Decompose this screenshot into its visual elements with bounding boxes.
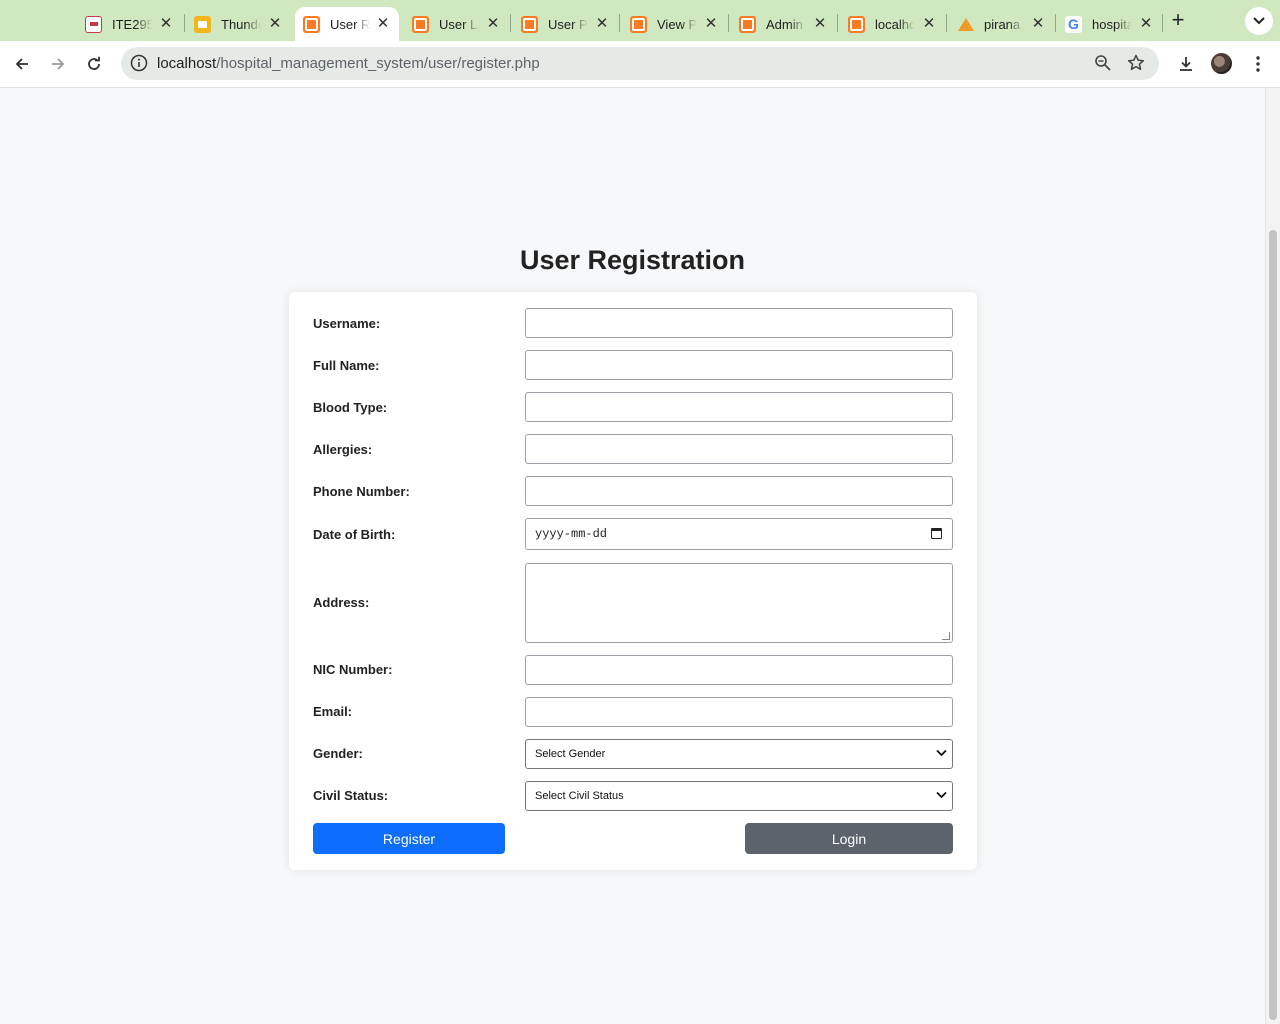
browser-tab[interactable]: View P ✕ (622, 7, 727, 41)
tab-title: hospita (1092, 16, 1132, 32)
tab-title: ITE295 (112, 16, 152, 32)
email-label: Email: (313, 704, 353, 719)
scrollbar-thumb[interactable] (1269, 230, 1277, 1020)
profile-avatar[interactable] (1211, 53, 1232, 74)
browser-tab[interactable]: G hospita ✕ (1057, 7, 1162, 41)
tab-title: User R (330, 16, 370, 32)
thunder-icon (194, 15, 211, 33)
tab-title: localho (875, 16, 915, 32)
login-button[interactable]: Login (745, 823, 953, 854)
phpmyadmin-icon (957, 16, 974, 33)
bloodtype-input[interactable] (525, 392, 953, 422)
civil-status-selected-value: Select Civil Status (535, 790, 624, 802)
browser-tab[interactable]: User L ✕ (404, 7, 509, 41)
close-tab-icon[interactable]: ✕ (158, 16, 174, 32)
tab-title: User P (548, 16, 588, 32)
gender-select[interactable]: Select Gender (525, 739, 953, 769)
xampp-icon (630, 15, 647, 33)
close-tab-icon[interactable]: ✕ (1030, 16, 1046, 32)
username-label: Username: (313, 316, 381, 331)
fullname-input[interactable] (525, 350, 953, 380)
url-path: /hospital_management_system/user/registe… (216, 55, 540, 72)
zoom-magnifier-icon[interactable] (1093, 53, 1113, 73)
close-tab-icon[interactable]: ✕ (375, 16, 391, 32)
close-tab-icon[interactable]: ✕ (921, 16, 937, 32)
civil-status-select[interactable]: Select Civil Status (525, 781, 953, 811)
google-icon: G (1065, 15, 1082, 33)
back-arrow-icon[interactable] (9, 51, 35, 77)
browser-tab[interactable]: Admin ✕ (731, 7, 836, 41)
tab-title: View P (657, 16, 697, 32)
browser-tab[interactable]: Thunder ✕ (186, 7, 291, 41)
browser-tab[interactable]: localho ✕ (840, 7, 945, 41)
email-input[interactable] (525, 697, 953, 727)
fullname-label: Full Name: (313, 358, 380, 373)
dob-label: Date of Birth: (313, 527, 396, 542)
more-menu-icon[interactable] (1245, 51, 1271, 77)
browser-tab-active[interactable]: User R ✕ (295, 7, 399, 41)
phone-label: Phone Number: (313, 484, 410, 499)
ite-logo-icon (85, 15, 102, 33)
xampp-icon (739, 15, 756, 33)
bookmark-star-icon[interactable] (1126, 53, 1146, 73)
download-icon[interactable] (1173, 51, 1199, 77)
xampp-icon (412, 15, 429, 33)
page-title: User Registration (519, 245, 746, 275)
browser-tab[interactable]: pirana ✕ (949, 7, 1054, 41)
gender-selected-value: Select Gender (535, 748, 606, 760)
close-tab-icon[interactable]: ✕ (703, 16, 719, 32)
address-label: Address: (313, 595, 370, 610)
phone-input[interactable] (525, 476, 953, 506)
url-text[interactable]: localhost/hospital_management_system/use… (157, 55, 540, 72)
browser-tab[interactable]: ITE295 ✕ (77, 7, 182, 41)
address-textarea[interactable] (525, 563, 953, 643)
browser-tab-strip: ITE295 ✕ Thunder ✕ User R ✕ User L ✕ Use… (0, 0, 1280, 41)
tab-title: Thunder (221, 16, 261, 32)
xampp-icon (848, 15, 865, 33)
close-tab-icon[interactable]: ✕ (485, 16, 501, 32)
gender-label: Gender: (313, 746, 363, 761)
allergies-label: Allergies: (313, 442, 373, 457)
username-input[interactable] (525, 308, 953, 338)
xampp-icon (303, 15, 320, 33)
bloodtype-label: Blood Type: (313, 400, 388, 415)
reload-icon[interactable] (81, 51, 107, 77)
close-tab-icon[interactable]: ✕ (1138, 16, 1154, 32)
nic-label: NIC Number: (313, 662, 393, 677)
calendar-icon[interactable] (931, 528, 942, 539)
chevron-down-icon (936, 791, 947, 799)
address-bar[interactable]: localhost/hospital_management_system/use… (121, 47, 1159, 80)
browser-toolbar: localhost/hospital_management_system/use… (0, 41, 1280, 88)
page-scrollbar[interactable] (1265, 88, 1280, 1024)
new-tab-plus-icon[interactable]: + (1166, 8, 1190, 32)
xampp-icon (521, 15, 538, 33)
dob-date-input[interactable]: yyyy-mm-dd (525, 518, 953, 550)
dob-placeholder: yyyy-mm-dd (535, 527, 608, 541)
forward-arrow-icon[interactable] (45, 51, 71, 77)
browser-tab[interactable]: User P ✕ (513, 7, 618, 41)
civil-status-label: Civil Status: (313, 788, 389, 803)
allergies-input[interactable] (525, 434, 953, 464)
url-host: localhost (157, 55, 217, 72)
registration-form: Username: Full Name: Blood Type: Allergi… (289, 292, 977, 870)
tab-title: Admin (766, 16, 803, 32)
register-button[interactable]: Register (313, 823, 505, 854)
nic-input[interactable] (525, 655, 953, 685)
resize-grip-icon[interactable] (942, 632, 950, 640)
tab-search-chevron-icon[interactable] (1245, 7, 1273, 35)
chevron-down-icon (936, 749, 947, 757)
close-tab-icon[interactable]: ✕ (812, 16, 828, 32)
close-tab-icon[interactable]: ✕ (594, 16, 610, 32)
site-info-icon[interactable] (129, 53, 149, 73)
tab-title: User L (439, 16, 478, 32)
tab-title: pirana (984, 16, 1021, 32)
close-tab-icon[interactable]: ✕ (267, 16, 283, 32)
